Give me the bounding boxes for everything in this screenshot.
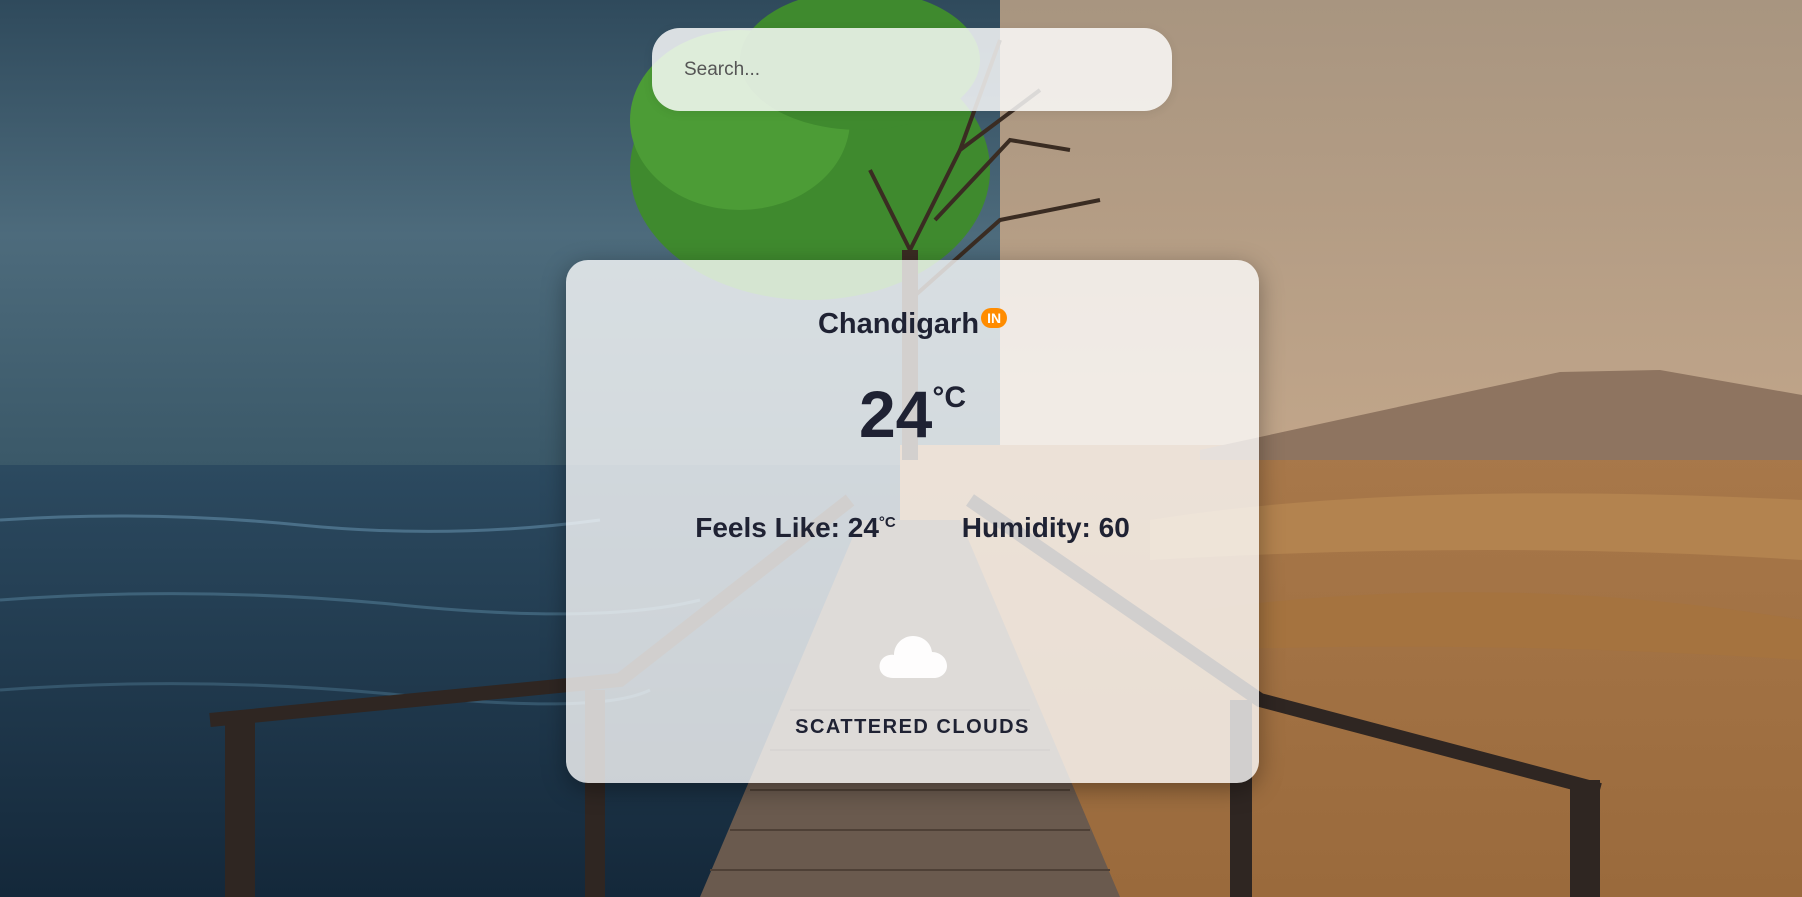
weather-description: SCATTERED CLOUDS [795,716,1030,738]
weather-icon-wrap [566,632,1259,680]
temperature-value: 24 [858,377,933,451]
city-name: Chandigarh [817,308,980,340]
weather-app: ChandigarhIN 24°C Feels Like: 24°C Humid… [0,0,1802,897]
country-badge: IN [981,308,1008,328]
humidity-stat: Humidity: 60 [962,512,1130,544]
feels-like-label: Feels Like: 24 [695,512,879,543]
feels-like-stat: Feels Like: 24°C [695,512,896,544]
cloud-icon [879,636,947,678]
location-row: Chandigarh IN [566,308,1259,341]
temperature-row: 24°C [566,376,1259,452]
humidity-label: Humidity: 60 [961,512,1130,543]
weather-card: Chandigarh IN 24°C Feels Like: 24°C Humid… [566,260,1259,783]
temperature-unit: °C [932,381,967,414]
weather-stats: Feels Like: 24°C Humidity: 60 [566,512,1259,544]
search-input[interactable] [682,57,1142,82]
feels-like-unit: °C [878,514,896,531]
search-bar[interactable] [652,28,1172,111]
